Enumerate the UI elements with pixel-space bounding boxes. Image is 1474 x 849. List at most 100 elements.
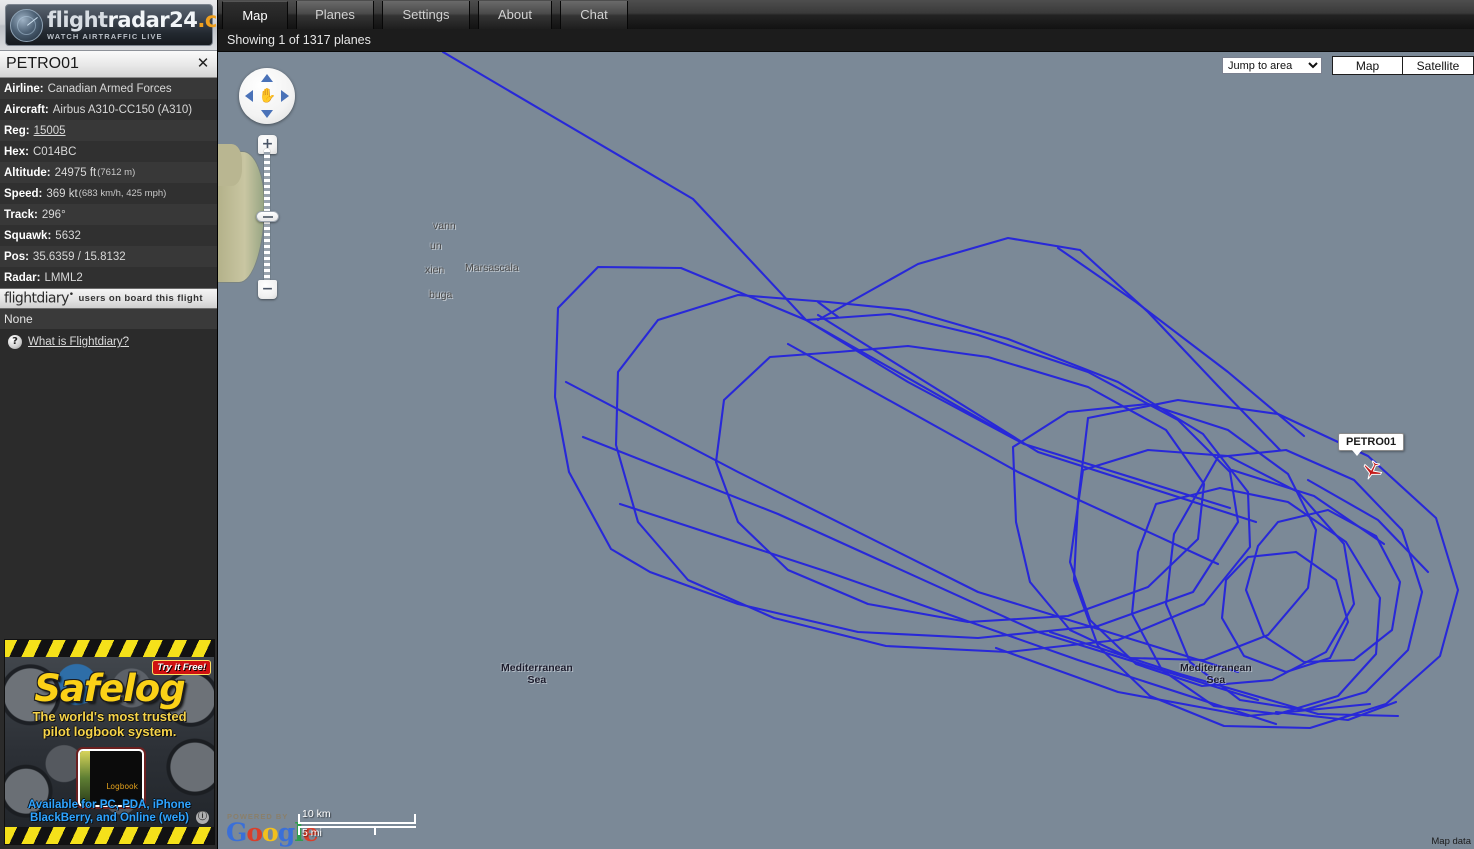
pan-down-icon[interactable] — [261, 110, 273, 118]
logo-text-flight: flight — [47, 8, 108, 32]
flight-panel-header: PETRO01 ✕ — [0, 51, 218, 78]
tab-chat[interactable]: Chat — [560, 1, 628, 29]
info-row-value: 5632 — [55, 230, 81, 242]
logo-bar: flightradar24.com WATCH AIRTRAFFIC LIVE — [0, 0, 218, 51]
map-type-button-group: Map Satellite — [1332, 56, 1474, 75]
info-row-subvalue: (683 km/h, 425 mph) — [79, 188, 167, 199]
tab-bar: Map Planes Settings About Chat — [218, 0, 1474, 29]
ad-availability: Available for PC, PDA, iPhoneBlackBerry,… — [5, 799, 214, 825]
map-label: buga — [429, 289, 452, 301]
tab-label: About — [498, 7, 532, 22]
ad-try-free-badge[interactable]: Try it Free! — [152, 660, 211, 675]
info-row-key: Squawk: — [4, 230, 51, 242]
scale-label-mi: 5 mi — [302, 827, 322, 839]
page-title: PETRO01 — [6, 55, 79, 73]
close-icon[interactable]: ✕ — [194, 54, 212, 72]
pan-up-icon[interactable] — [261, 74, 273, 82]
question-mark-icon: ? — [8, 335, 22, 349]
info-row-altitude: Altitude:24975 ft(7612 m) — [0, 162, 217, 183]
tab-map[interactable]: Map — [222, 1, 288, 29]
tab-settings[interactable]: Settings — [382, 1, 470, 29]
sidebar-spacer — [0, 355, 217, 623]
pan-left-icon[interactable] — [245, 90, 253, 102]
info-row-track: Track:296° — [0, 204, 217, 225]
tab-label: Chat — [580, 7, 607, 22]
info-row-radar: Radar:LMML2 — [0, 267, 217, 288]
info-row-value: LMML2 — [44, 272, 82, 284]
brand-logo[interactable]: flightradar24.com WATCH AIRTRAFFIC LIVE — [5, 4, 213, 46]
logo-text-radar24: radar24 — [108, 8, 198, 32]
map-label: xien — [425, 264, 444, 276]
info-row-key: Hex: — [4, 146, 29, 158]
map-data-attribution: Map data — [1431, 836, 1471, 847]
info-row-squawk: Squawk: 5632 — [0, 225, 217, 246]
info-row-key: Track: — [4, 209, 38, 221]
map-sea-label: MediterraneanSea — [1180, 662, 1252, 687]
map-scale-bar: 10 km 5 mi — [298, 809, 418, 841]
flightdiary-header: flightdiary• users on board this flight — [0, 288, 218, 309]
scale-row-km: 10 km — [298, 809, 418, 825]
info-row-value: Airbus A310-CC150 (A310) — [53, 104, 192, 116]
jump-to-area-select[interactable]: Jump to area — [1222, 57, 1322, 74]
tab-label: Settings — [403, 7, 450, 22]
tab-label: Map — [242, 8, 267, 23]
map-label: Marsascala — [465, 262, 519, 274]
info-row-value: Canadian Armed Forces — [48, 83, 172, 95]
info-row-key: Pos: — [4, 251, 29, 263]
map-label: vann — [433, 220, 456, 232]
info-row-value: C014BC — [33, 146, 76, 158]
aircraft-callsign-label[interactable]: PETRO01 — [1338, 433, 1404, 451]
flightdiary-logo: flightdiary• — [4, 290, 73, 307]
google-logo-letter: o — [262, 818, 278, 847]
info-row-speed: Speed: 369 kt(683 km/h, 425 mph) — [0, 183, 217, 204]
info-row-value: 35.6359 / 15.8132 — [33, 251, 126, 263]
what-is-flightdiary-link[interactable]: What is Flightdiary? — [28, 336, 129, 348]
flightradar24-app: flightradar24.com WATCH AIRTRAFFIC LIVE … — [0, 0, 1474, 849]
pan-hand-icon[interactable]: ✋ — [258, 86, 277, 105]
info-row-key: Airline: — [4, 83, 44, 95]
safelog-advertisement[interactable]: Try it Free! Safelog The world's most tr… — [4, 639, 215, 845]
info-row-airline: Airline: Canadian Armed Forces — [0, 78, 217, 99]
flightdiary-logo-text: flightdiary — [4, 291, 69, 307]
map-label: un — [430, 240, 442, 252]
status-bar: Showing 1 of 1317 planes — [218, 29, 1474, 52]
airplane-icon[interactable] — [1361, 460, 1383, 482]
map-control-row: Jump to area Map Satellite — [1222, 56, 1474, 75]
google-logo-letter: o — [246, 818, 262, 847]
flightdiary-subtitle: users on board this flight — [78, 293, 202, 304]
info-row-hex: Hex: C014BC — [0, 141, 217, 162]
google-logo-letter: g — [278, 818, 294, 847]
flight-info-list: Airline:Canadian Armed ForcesAircraft:Ai… — [0, 78, 217, 288]
ad-hazard-stripe-top — [5, 640, 215, 657]
tab-label: Planes — [315, 7, 355, 22]
tab-about[interactable]: About — [478, 1, 552, 29]
map-type-map-button[interactable]: Map — [1333, 57, 1403, 74]
flightdiary-logo-mark: • — [69, 290, 74, 300]
info-row-key: Speed: — [4, 188, 42, 200]
ad-hazard-stripe-bottom — [5, 827, 215, 844]
ad-info-icon[interactable]: ⓘ — [196, 811, 209, 824]
info-row-key: Aircraft: — [4, 104, 49, 116]
tab-planes[interactable]: Planes — [296, 1, 374, 29]
info-row-aircraft: Aircraft: Airbus A310-CC150 (A310) — [0, 99, 217, 120]
info-row-subvalue: (7612 m) — [97, 167, 135, 178]
map-zoom-control[interactable]: + − — [253, 135, 281, 299]
sidebar: flightradar24.com WATCH AIRTRAFFIC LIVE … — [0, 0, 218, 849]
status-text: Showing 1 of 1317 planes — [227, 33, 371, 47]
scale-row-mi: 5 mi — [298, 825, 418, 841]
radar-dish-icon — [10, 9, 43, 42]
map-pan-control[interactable]: ✋ — [239, 68, 295, 124]
info-row-value[interactable]: 15005 — [34, 125, 66, 137]
ad-device-label: Logbook — [106, 782, 138, 791]
map-type-satellite-button[interactable]: Satellite — [1403, 57, 1473, 74]
flightdiary-users: None — [0, 309, 217, 329]
pan-right-icon[interactable] — [281, 90, 289, 102]
map-canvas[interactable]: vann un xien buga Marsascala MediterraneanSe… — [218, 52, 1474, 849]
zoom-out-button[interactable]: − — [258, 280, 277, 299]
flightdiary-help-row: ? What is Flightdiary? — [0, 329, 217, 355]
info-row-pos: Pos: 35.6359 / 15.8132 — [0, 246, 217, 267]
logo-tagline: WATCH AIRTRAFFIC LIVE — [47, 33, 218, 41]
zoom-slider-thumb[interactable] — [256, 211, 279, 222]
ad-subtitle: The world's most trustedpilot logbook sy… — [5, 710, 214, 739]
info-row-value: 369 kt — [46, 188, 77, 200]
